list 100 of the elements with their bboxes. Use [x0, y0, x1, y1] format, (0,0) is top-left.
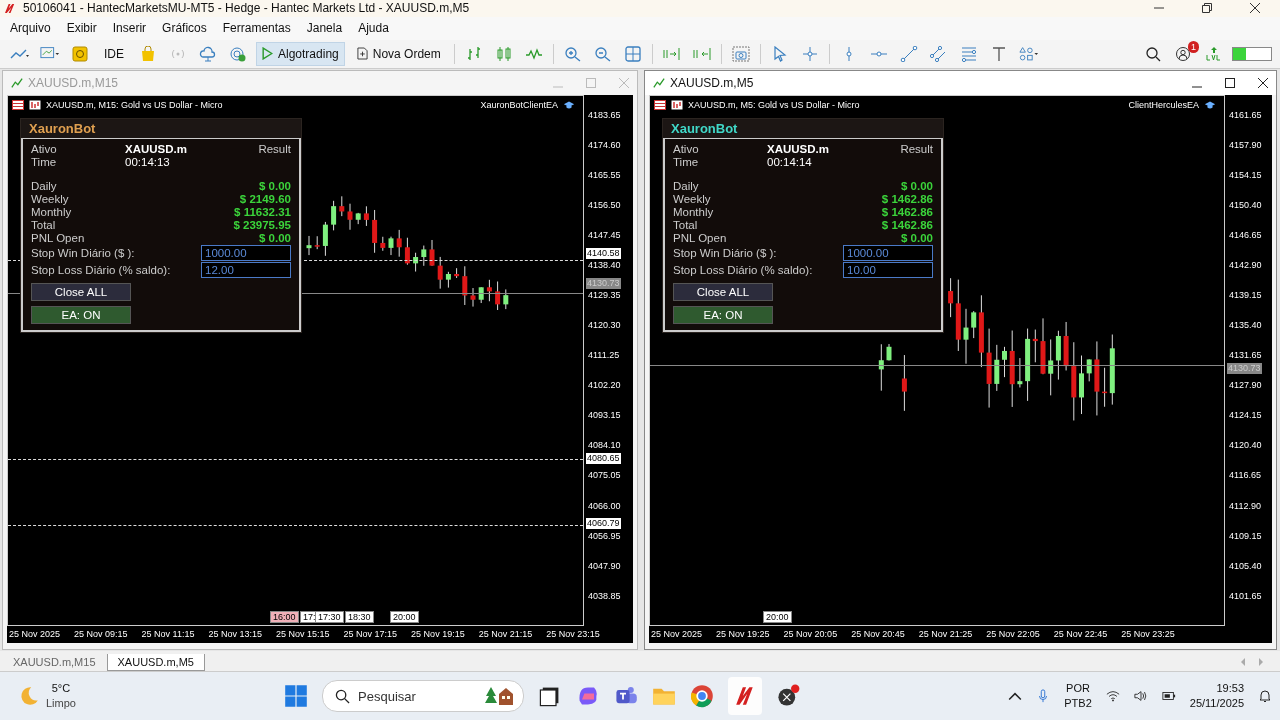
- input-field[interactable]: 10.00: [843, 261, 933, 278]
- browser-icon[interactable]: [690, 684, 715, 709]
- price-tick: 4157.90: [1229, 139, 1262, 150]
- menu-item[interactable]: Inserir: [104, 19, 155, 38]
- bot-panel-title: XauronBot: [21, 118, 301, 138]
- menu-item[interactable]: Janela: [298, 19, 351, 38]
- time-marker: 16:00: [270, 610, 299, 623]
- clock-date[interactable]: 25/11/2025: [1189, 696, 1244, 712]
- chart-menu-icon[interactable]: [12, 99, 24, 110]
- result-value: $ 11632.31: [234, 205, 291, 218]
- app-logo-icon: [4, 2, 17, 14]
- time-tick: 25 Nov 2025: [651, 629, 703, 640]
- input-field[interactable]: 1000.00: [843, 244, 933, 261]
- result-value: $ 1462.86: [881, 218, 933, 231]
- result-row-label: Monthly: [673, 205, 714, 218]
- search-input[interactable]: Pesquisar: [356, 687, 480, 705]
- wifi-icon[interactable]: [1105, 689, 1120, 704]
- close-all-button[interactable]: Close ALL: [673, 282, 773, 301]
- result-value: $ 0.00: [901, 179, 933, 192]
- time-tick: 25 Nov 13:15: [208, 629, 262, 640]
- expert-advisor-name: ClientHerculesEA: [1128, 99, 1200, 110]
- chart-window-icon: [11, 76, 23, 89]
- price-tag: 4060.79: [586, 517, 621, 529]
- restore-icon[interactable]: [1202, 3, 1212, 14]
- notification-bell-icon[interactable]: [1258, 689, 1272, 704]
- price-tag: 4130.73: [1227, 363, 1262, 375]
- app-icon[interactable]: [776, 684, 801, 709]
- chart-tab[interactable]: XAUUSD.m,M15: [2, 653, 107, 672]
- price-tag: 4140.58: [586, 248, 621, 260]
- time-tick: 25 Nov 22:45: [1053, 629, 1108, 640]
- level-meter: [1232, 46, 1272, 61]
- result-value: $ 2149.60: [239, 192, 291, 205]
- ea-toggle-button[interactable]: EA: ON: [673, 305, 773, 324]
- trading-app-taskbar-button[interactable]: [728, 677, 763, 716]
- close-icon[interactable]: [1250, 3, 1260, 14]
- price-tick: 4084.10: [588, 440, 621, 451]
- time-value: 00:14:14: [767, 155, 812, 168]
- result-value: $ 1462.86: [881, 192, 933, 205]
- ide-button[interactable]: IDE: [98, 41, 130, 66]
- candle: [1017, 357, 1023, 388]
- maximize-icon[interactable]: [1225, 77, 1235, 88]
- scroll-right-icon[interactable]: [1258, 658, 1264, 667]
- time-tick: 25 Nov 09:15: [74, 629, 128, 640]
- new-order-button[interactable]: Nova Ordem: [350, 41, 447, 66]
- input-language[interactable]: POR: [1066, 681, 1090, 697]
- scroll-left-icon[interactable]: [1240, 658, 1246, 667]
- clock-time[interactable]: 19:53: [1216, 681, 1244, 697]
- menu-item[interactable]: Exibir: [58, 19, 105, 38]
- close-all-button[interactable]: Close ALL: [31, 282, 131, 301]
- price-tick: 4142.90: [1229, 260, 1262, 271]
- time-tick: 25 Nov 22:05: [986, 629, 1040, 640]
- time-tick: 25 Nov 19:15: [411, 629, 465, 640]
- result-value: $ 23975.95: [233, 218, 291, 231]
- time-label: Time: [673, 155, 700, 168]
- time-tick: 25 Nov 20:45: [851, 629, 905, 640]
- input-field[interactable]: 12.00: [201, 261, 291, 278]
- price-tick: 4183.65: [588, 109, 621, 120]
- algotrading-button[interactable]: Algotrading: [256, 41, 345, 66]
- search-bar[interactable]: Pesquisar: [322, 680, 525, 713]
- candle: [462, 265, 468, 306]
- result-row-label: Daily: [673, 179, 699, 192]
- menu-item[interactable]: Gráficos: [154, 19, 215, 38]
- menu-item[interactable]: Ferramentas: [214, 19, 299, 38]
- price-tick: 4116.65: [1229, 470, 1261, 481]
- candle: [503, 288, 509, 310]
- price-tick: 4120.40: [1229, 440, 1262, 451]
- price-tick: 4093.15: [588, 410, 621, 421]
- chart-tab[interactable]: XAUUSD.m,M5: [106, 654, 205, 672]
- candle: [421, 244, 427, 266]
- asset-label: Ativo: [673, 142, 700, 155]
- result-row-label: Daily: [31, 179, 57, 192]
- candle: [1063, 321, 1069, 371]
- candle: [404, 236, 410, 265]
- time-marker: 18:30: [345, 610, 374, 623]
- speaker-icon[interactable]: [1133, 689, 1148, 704]
- time-tick: 25 Nov 21:25: [918, 629, 973, 640]
- menu-item[interactable]: Arquivo: [2, 19, 59, 38]
- ea-toggle-button[interactable]: EA: ON: [31, 305, 131, 324]
- menu-item[interactable]: Ajuda: [350, 19, 397, 38]
- result-label: Result: [258, 142, 291, 155]
- chart-menu-icon[interactable]: [654, 99, 666, 110]
- candle: [413, 251, 419, 272]
- keyboard-layout[interactable]: PTB2: [1064, 696, 1092, 712]
- price-tick: 4105.40: [1229, 560, 1262, 571]
- symbol-label: XAUUSD.m, M15: Gold vs US Dollar - Micro: [46, 99, 223, 110]
- time-tick: 25 Nov 11:15: [141, 629, 195, 640]
- candle: [306, 235, 312, 256]
- candle: [1040, 317, 1046, 375]
- time-label: Time: [31, 155, 58, 168]
- windows-start-icon[interactable]: [284, 684, 309, 709]
- close-icon[interactable]: [1258, 77, 1268, 88]
- price-tick: 4124.15: [1229, 410, 1262, 421]
- input-field[interactable]: 1000.00: [201, 244, 291, 261]
- time-tick: 25 Nov 20:05: [783, 629, 838, 640]
- candle: [901, 354, 907, 412]
- time-value: 00:14:13: [125, 155, 170, 168]
- new-document-icon: [356, 47, 368, 61]
- price-tick: 4038.85: [588, 590, 621, 601]
- input-label: Stop Loss Diário (% saldo):: [31, 263, 171, 276]
- price-tick: 4101.65: [1229, 590, 1262, 601]
